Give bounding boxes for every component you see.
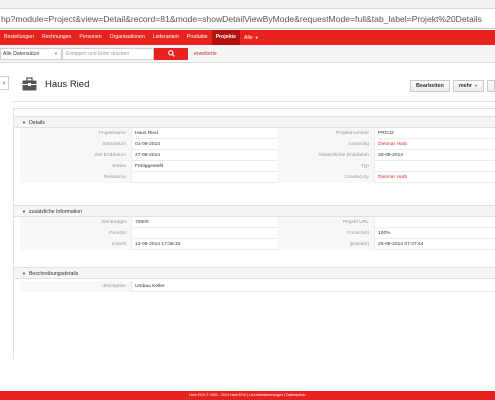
block-header-description[interactable]: ▼ Beschreibungsdetails [14,267,495,279]
nav-item-alle-label: Alle [244,34,253,41]
field-value: 25-09-2014 07:37:44 [374,239,495,250]
field-value[interactable] [131,228,277,239]
field-row: erstellt 13-09-2014 17:38:33 geändert 25… [20,239,495,250]
field-label: description [20,281,131,292]
field-row: Ziel Enddatum 27-09-2014 Tatsächliche En… [20,150,495,161]
field-label: Status [20,161,131,172]
field-row: Status Fertiggestellt Typ [20,161,495,172]
record-title: Haus Ried [45,78,90,90]
block-title: Beschreibungsdetails [28,271,79,277]
field-value[interactable]: 30-09-2014 [374,150,495,161]
created-by-link[interactable]: Dietmar Harb [374,172,495,183]
field-row: Startdatum 01-08-2014 zuständig Dietmar … [20,139,495,150]
field-label: Ziel Budget [20,217,131,228]
field-value[interactable]: Umbau Keller [131,281,495,292]
field-label: Tatsächliche Enddatum [277,150,374,161]
field-label: zuständig [277,139,374,150]
main-navigation: Bestellungen Rechnungen Personen Organis… [0,30,495,45]
browser-tab-strip [0,0,495,9]
nav-item-projekte[interactable]: Projekte [211,30,241,45]
block-header-details[interactable]: ▼ Details [14,116,495,128]
nav-item-alle[interactable]: Alle ▼ [240,30,263,46]
field-value[interactable] [374,161,495,172]
chevron-down-icon: ▼ [254,34,259,40]
briefcase-icon [22,77,37,91]
field-label: Typ [277,161,374,172]
field-label: Created By [277,172,374,183]
search-input[interactable]: Eintippen und Enter drücken [62,47,154,60]
nav-item-produkte[interactable]: Produkte [183,30,212,45]
search-scope-value: Alle Datensätze [3,50,40,57]
edit-button[interactable]: Bearbeiten [409,80,450,92]
block-title: zusätzliche Information [28,209,83,215]
field-value[interactable] [374,217,495,228]
nav-item-lieferanten[interactable]: Lieferanten [149,30,183,45]
record-actions: Bearbeiten mehr ▼ [407,80,495,92]
chevron-down-icon: ▼ [54,50,58,56]
search-button[interactable] [154,47,188,60]
collapse-triangle-icon: ▼ [22,271,26,276]
search-icon [167,50,175,57]
nav-item-rechnungen[interactable]: Rechnungen [38,30,75,45]
field-value[interactable]: 70000 [131,217,277,228]
field-value[interactable]: PROJ2 [374,128,495,139]
collapse-triangle-icon: ▼ [22,120,26,125]
field-value: 13-09-2014 17:38:33 [131,239,277,250]
field-value[interactable]: Fertiggestellt [131,161,277,172]
field-row: Ziel Budget 70000 Projekt URL [20,217,495,228]
next-record-button[interactable] [487,80,495,92]
field-row: Related to Created By Dietmar Harb [20,172,495,183]
field-label: Projektname [20,128,131,139]
field-label: Fortschritt [277,228,374,239]
field-value[interactable]: Haus Ried [131,128,277,139]
collapse-triangle-icon: ▼ [22,209,26,214]
field-label: Priorität [20,228,131,239]
block-header-additional[interactable]: ▼ zusätzliche Information [14,205,495,217]
record-header: Haus Ried [22,72,89,96]
sidebar-toggle-button[interactable]: ‹ [0,76,9,90]
more-button[interactable]: mehr ▼ [452,80,484,92]
field-value[interactable] [131,172,277,183]
chevron-down-icon: ▼ [474,83,478,88]
field-row: Priorität Fortschritt 100% [20,228,495,239]
field-value[interactable]: 100% [374,228,495,239]
field-value[interactable]: 01-08-2014 [131,139,277,150]
field-label: erstellt [20,239,131,250]
field-label: geändert [277,239,374,250]
nav-item-organisationen[interactable]: Organisationen [106,30,149,45]
search-bar: Alle Datensätze ▼ Eintippen und Enter dr… [0,45,495,63]
footer: Harb EDV © 2001 - 2014 Harb EDV | Lizenz… [0,391,495,400]
field-label: Related to [20,172,131,183]
detail-panel: ▼ Details Projektname Haus Ried Projektnu… [13,108,495,359]
field-label: Projektnummer [277,128,374,139]
nav-item-personen[interactable]: Personen [75,30,105,45]
field-label: Ziel Enddatum [20,150,131,161]
nav-item-bestellungen[interactable]: Bestellungen [0,30,38,45]
field-value[interactable]: 27-09-2014 [131,150,277,161]
chevron-left-icon: ‹ [2,79,6,87]
field-row: Projektname Haus Ried Projektnummer PROJ… [20,128,495,139]
field-label: Projekt URL [277,217,374,228]
advanced-search-link[interactable]: erweiterte [194,51,217,57]
divider [13,101,495,102]
more-button-label: mehr [458,83,473,89]
field-label: Startdatum [20,139,131,150]
assigned-user-link[interactable]: Dietmar Harb [374,139,495,150]
address-bar[interactable]: hp?module=Project&view=Detail&record=81&… [0,9,495,29]
field-row: description Umbau Keller [20,281,495,292]
search-scope-select[interactable]: Alle Datensätze ▼ [0,47,62,60]
block-title: Details [28,120,45,126]
